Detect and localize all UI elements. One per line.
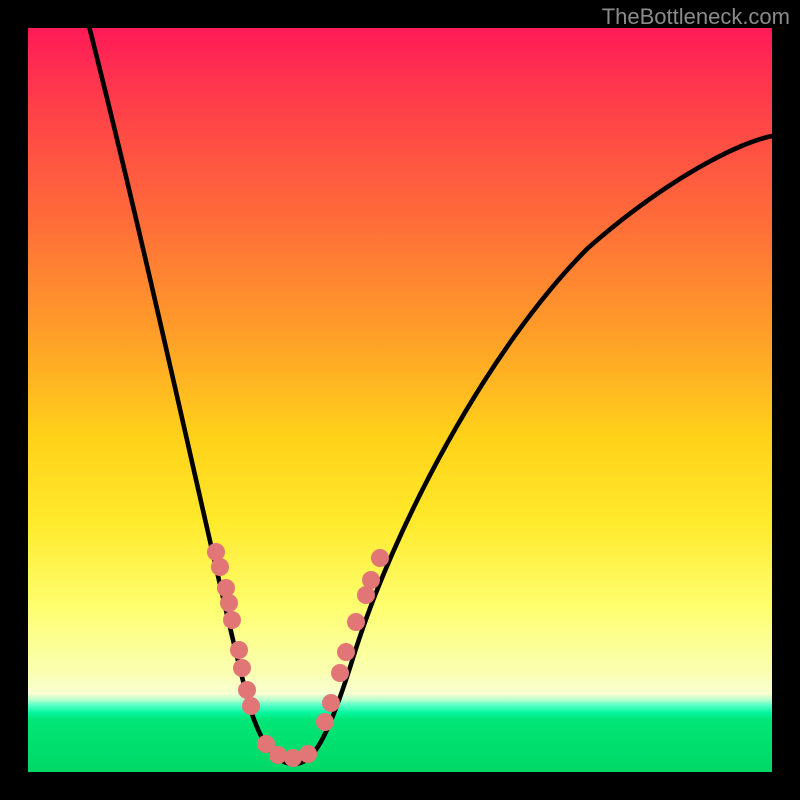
data-bead — [322, 694, 340, 712]
data-bead — [269, 746, 287, 764]
data-bead — [220, 594, 238, 612]
data-bead — [223, 611, 241, 629]
data-bead — [316, 713, 334, 731]
data-bead — [331, 664, 349, 682]
data-bead — [371, 549, 389, 567]
data-bead — [362, 571, 380, 589]
beads-left — [207, 543, 260, 715]
data-bead — [230, 641, 248, 659]
data-bead — [347, 613, 365, 631]
data-bead — [242, 697, 260, 715]
black-frame: TheBottleneck.com — [0, 0, 800, 800]
chart-svg — [28, 28, 772, 772]
data-bead — [337, 643, 355, 661]
data-bead — [211, 558, 229, 576]
data-bead — [233, 659, 251, 677]
data-bead — [238, 681, 256, 699]
data-bead — [299, 745, 317, 763]
bottleneck-curve — [90, 28, 773, 764]
plot-area — [28, 28, 772, 772]
watermark-text: TheBottleneck.com — [602, 4, 790, 30]
data-bead — [217, 579, 235, 597]
beads-right — [316, 549, 389, 731]
beads-bottom — [257, 735, 317, 767]
